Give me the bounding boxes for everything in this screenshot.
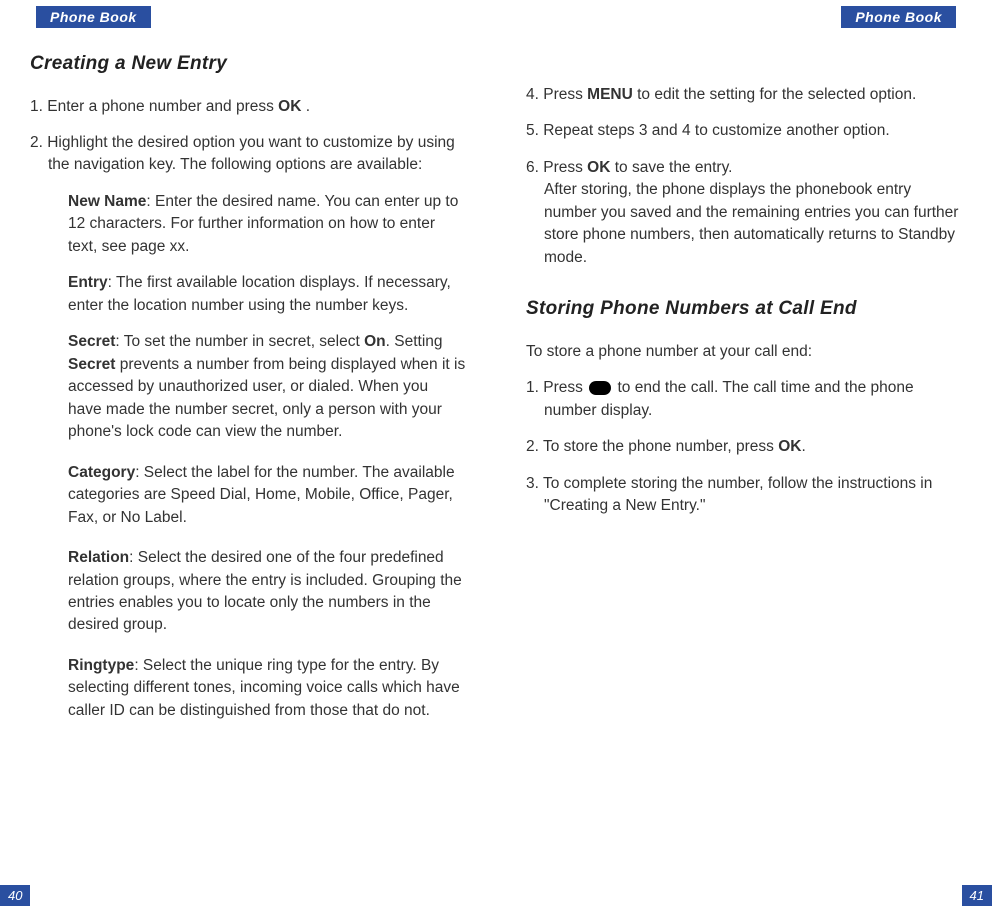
- step-6: 6. Press OK to save the entry. After sto…: [526, 157, 962, 269]
- step-5: 5. Repeat steps 3 and 4 to customize ano…: [526, 120, 962, 142]
- page-number-left: 40: [0, 885, 30, 906]
- r-step-3: 3. To complete storing the number, follo…: [526, 473, 962, 518]
- page-number-right: 41: [962, 885, 992, 906]
- heading-creating-entry: Creating a New Entry: [30, 50, 466, 78]
- header-label-right: Phone Book: [855, 9, 942, 25]
- option-relation: Relation: Select the desired one of the …: [30, 547, 466, 637]
- header-tab-left: Phone Book: [36, 6, 151, 28]
- option-secret: Secret: To set the number in secret, sel…: [30, 331, 466, 443]
- content-right: 4. Press MENU to edit the setting for th…: [496, 0, 992, 552]
- step-2: 2. Highlight the desired option you want…: [30, 132, 466, 177]
- r-step-1: 1. Press to end the call. The call time …: [526, 377, 962, 422]
- option-entry: Entry: The first available location disp…: [30, 272, 466, 317]
- step-1: 1. Enter a phone number and press OK .: [30, 96, 466, 118]
- option-ringtype: Ringtype: Select the unique ring type fo…: [30, 655, 466, 722]
- header-tab-right: Phone Book: [841, 6, 956, 28]
- header-label-left: Phone Book: [50, 9, 137, 25]
- page-right: Phone Book 4. Press MENU to edit the set…: [496, 0, 992, 912]
- page-left: Phone Book Creating a New Entry 1. Enter…: [0, 0, 496, 912]
- r-step-2: 2. To store the phone number, press OK.: [526, 436, 962, 458]
- content-left: Creating a New Entry 1. Enter a phone nu…: [0, 0, 496, 756]
- option-category: Category: Select the label for the numbe…: [30, 462, 466, 529]
- step-4: 4. Press MENU to edit the setting for th…: [526, 84, 962, 106]
- intro-text: To store a phone number at your call end…: [526, 341, 962, 363]
- end-call-icon: [589, 381, 611, 395]
- option-new-name: New Name: Enter the desired name. You ca…: [30, 191, 466, 258]
- heading-storing-numbers: Storing Phone Numbers at Call End: [526, 295, 962, 323]
